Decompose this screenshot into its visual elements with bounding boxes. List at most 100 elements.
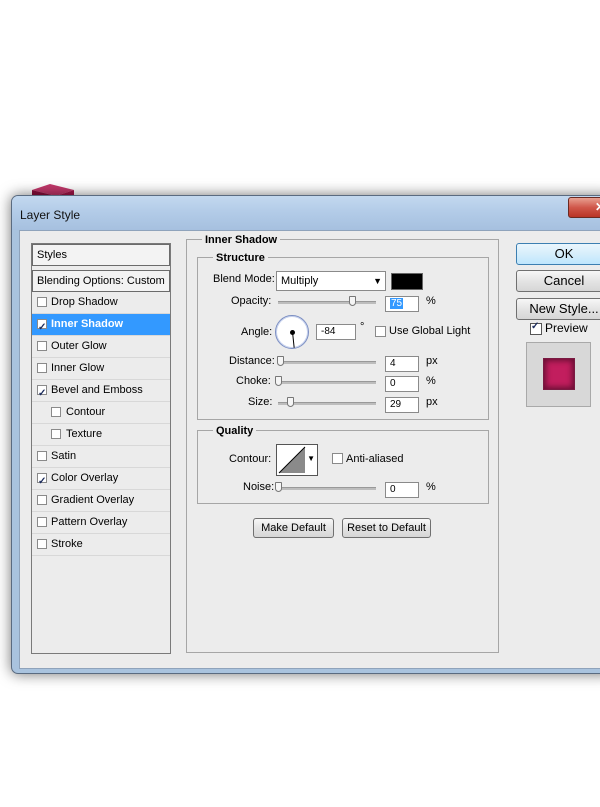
blend-mode-select[interactable]: Multiply ▼ [276,271,386,291]
style-item-label: Contour [66,406,106,418]
noise-slider-thumb[interactable] [275,482,282,492]
blending-options-item[interactable]: Blending Options: Custom [32,270,170,292]
style-item-label: Color Overlay [51,472,119,484]
structure-title: Structure [213,252,268,264]
style-item-color-overlay[interactable]: ✓ Color Overlay [32,468,170,490]
opacity-label: Opacity: [231,295,272,307]
panel-title: Inner Shadow [202,234,281,246]
shadow-color-swatch[interactable] [391,273,423,290]
style-item-checkbox[interactable]: ✓ [37,385,47,399]
angle-unit: ° [360,321,365,333]
size-slider-thumb[interactable] [286,397,294,407]
styles-header[interactable]: Styles [32,244,170,266]
opacity-input[interactable]: 75 [385,296,419,312]
chevron-down-icon: ▼ [373,276,382,286]
dialog-client-area: Styles Blending Options: Custom Drop Sha… [19,230,600,669]
style-item-checkbox[interactable] [37,363,47,373]
style-item-inner-glow[interactable]: Inner Glow [32,358,170,380]
inner-shadow-panel: Inner Shadow Structure Blend Mode: Multi… [186,234,499,653]
anti-aliased-label: Anti-aliased [346,453,404,465]
quality-group: Quality Contour: ▼ Anti-aliased Noise: 0… [197,425,489,504]
opacity-unit: % [426,295,436,307]
style-item-inner-shadow[interactable]: ✓ Inner Shadow [32,314,170,336]
style-item-checkbox[interactable] [37,451,47,461]
distance-slider-track[interactable] [278,361,376,364]
use-global-light-checkbox[interactable] [375,326,386,337]
check-icon: ✓ [38,476,47,487]
chevron-down-icon: ▼ [307,454,315,463]
style-item-gradient-overlay[interactable]: Gradient Overlay [32,490,170,512]
anti-aliased-checkbox[interactable] [332,453,343,464]
style-item-satin[interactable]: Satin [32,446,170,468]
style-item-label: Pattern Overlay [51,516,128,528]
window-title: Layer Style [20,208,81,222]
style-item-checkbox[interactable]: ✓ [37,473,47,487]
blend-mode-value: Multiply [281,275,319,287]
noise-label: Noise: [243,481,275,493]
style-item-outer-glow[interactable]: Outer Glow [32,336,170,358]
distance-slider-thumb[interactable] [276,356,284,366]
size-unit: px [426,396,438,408]
opacity-value: 75 [390,298,404,309]
style-item-checkbox[interactable] [37,539,47,549]
style-item-checkbox[interactable]: ✓ [37,319,47,333]
preview-label: Preview [545,321,588,335]
contour-picker[interactable]: ▼ [276,444,318,476]
style-item-pattern-overlay[interactable]: Pattern Overlay [32,512,170,534]
style-item-label: Inner Glow [51,362,105,374]
cancel-button[interactable]: Cancel [516,270,600,292]
choke-slider-thumb[interactable] [275,376,282,386]
style-item-texture[interactable]: Texture [32,424,170,446]
styles-list: Styles Blending Options: Custom Drop Sha… [31,243,171,654]
style-item-checkbox[interactable] [51,407,61,417]
close-icon: ✕ [595,200,600,214]
new-style-button[interactable]: New Style... [516,298,600,320]
style-item-label: Satin [51,450,77,462]
quality-title: Quality [213,425,257,437]
size-label: Size: [248,396,273,408]
opacity-slider-thumb[interactable] [348,296,356,306]
opacity-slider-track[interactable] [278,301,376,304]
style-item-checkbox[interactable] [37,517,47,527]
make-default-button[interactable]: Make Default [253,518,334,538]
angle-dial[interactable] [275,315,309,349]
angle-input[interactable]: -84 [316,324,356,340]
style-item-contour[interactable]: Contour [32,402,170,424]
noise-input[interactable]: 0 [385,482,419,498]
style-item-checkbox[interactable] [37,341,47,351]
ok-button[interactable]: OK [516,243,600,265]
preview-checkbox[interactable]: ✓ [530,321,542,335]
choke-input[interactable]: 0 [385,376,419,392]
style-item-checkbox[interactable] [37,297,47,307]
style-items: Drop Shadow ✓ Inner Shadow Outer Glow Inner … [32,292,170,556]
title-bar[interactable]: Layer Style ✕ [12,196,600,230]
noise-slider-track[interactable] [278,487,376,490]
style-preview-box [526,342,591,407]
angle-center-dot [290,330,295,335]
noise-unit: % [426,481,436,493]
close-button[interactable]: ✕ [568,197,600,218]
distance-input[interactable]: 4 [385,356,419,372]
style-item-label: Inner Shadow [51,318,124,330]
style-item-drop-shadow[interactable]: Drop Shadow [32,292,170,314]
style-item-checkbox[interactable] [51,429,61,439]
choke-unit: % [426,375,436,387]
style-preview-swatch [543,358,575,390]
style-item-label: Bevel and Emboss [51,384,143,396]
style-item-label: Outer Glow [51,340,107,352]
check-icon: ✓ [38,388,47,399]
reset-to-default-button[interactable]: Reset to Default [342,518,431,538]
distance-label: Distance: [229,355,275,367]
style-item-label: Drop Shadow [51,296,118,308]
blend-mode-label: Blend Mode: [213,273,275,285]
choke-slider-track[interactable] [278,381,376,384]
check-icon: ✓ [38,322,47,333]
use-global-light-label: Use Global Light [389,325,471,337]
style-item-checkbox[interactable] [37,495,47,505]
distance-unit: px [426,355,438,367]
style-item-label: Stroke [51,538,83,550]
choke-label: Choke: [236,375,271,387]
size-input[interactable]: 29 [385,397,419,413]
style-item-stroke[interactable]: Stroke [32,534,170,556]
style-item-bevel-and-emboss[interactable]: ✓ Bevel and Emboss [32,380,170,402]
